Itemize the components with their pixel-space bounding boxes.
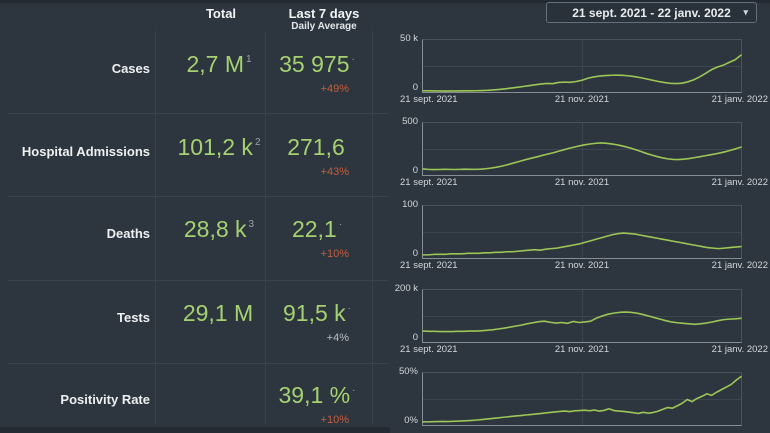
- x-tick-label: 21 nov. 2021: [554, 260, 610, 271]
- footnote-marker: 1: [245, 54, 252, 65]
- x-tick-label: 21 sept. 2021: [400, 94, 458, 105]
- y-axis-min-label: 0: [412, 332, 418, 343]
- bottom-edge-strip: [0, 427, 390, 433]
- x-tick-label: 21 janv. 2022: [711, 260, 768, 271]
- y-axis-max-label: 50%: [398, 366, 418, 377]
- x-tick-label: 21 nov. 2021: [554, 94, 610, 105]
- chart-deaths: 100 0 21 sept. 2021 21 nov. 2021 21 janv…: [390, 196, 770, 280]
- sparkline: [423, 40, 741, 92]
- y-axis-max-label: 200 k: [394, 283, 418, 294]
- y-axis-min-label: 0: [412, 165, 418, 176]
- total-value: 29,1 M: [182, 300, 254, 326]
- table-row-deaths: Deaths 28,8 k3 22,1 · +10%: [0, 191, 390, 275]
- change-badge: +10%: [320, 414, 349, 426]
- y-axis-max-label: 50 k: [400, 33, 418, 44]
- footnote-marker: ·: [347, 303, 351, 314]
- y-axis-min-label: 0: [412, 248, 418, 259]
- footnote-marker: 3: [248, 219, 255, 230]
- sparkline-plot[interactable]: [422, 39, 742, 93]
- sparkline-plot[interactable]: [422, 205, 742, 259]
- x-tick-label: 21 sept. 2021: [400, 260, 458, 271]
- y-axis-min-label: 0: [412, 82, 418, 93]
- table-row-hospital-admissions: Hospital Admissions 101,2 k2 271,6 +43%: [0, 109, 390, 193]
- y-axis-max-label: 100: [402, 199, 418, 210]
- metric-label: Tests: [117, 310, 150, 325]
- y-axis-min-label: 0%: [404, 415, 418, 426]
- column-header-total: Total: [205, 6, 237, 21]
- change-badge: +43%: [320, 166, 349, 178]
- x-tick-label: 21 sept. 2021: [400, 344, 458, 355]
- sparkline: [423, 290, 741, 342]
- total-value: 2,7 M: [186, 51, 244, 77]
- x-tick-label: 21 janv. 2022: [711, 177, 768, 188]
- daily-average-value: 39,1 %: [278, 382, 351, 408]
- table-row-cases: Cases 2,7 M1 35 975 · +49%: [0, 26, 390, 110]
- footnote-marker: 2: [254, 137, 261, 148]
- x-tick-label: 21 janv. 2022: [711, 94, 768, 105]
- y-axis-max-label: 500: [402, 116, 418, 127]
- metric-label: Deaths: [106, 226, 150, 241]
- metric-label: Hospital Admissions: [21, 144, 150, 159]
- change-badge: +49%: [320, 83, 349, 95]
- charts-column: 50 k 0 21 sept. 2021 21 nov. 2021 21 jan…: [390, 0, 770, 433]
- chart-tests: 200 k 0 21 sept. 2021 21 nov. 2021 21 ja…: [390, 280, 770, 364]
- change-badge: +10%: [320, 248, 349, 260]
- daily-average-value: 271,6: [287, 134, 345, 160]
- sparkline: [423, 206, 741, 258]
- sparkline-plot[interactable]: [422, 372, 742, 426]
- change-badge: +4%: [326, 332, 349, 344]
- metric-label: Cases: [111, 61, 150, 76]
- sparkline: [423, 373, 741, 425]
- metric-label: Positivity Rate: [60, 392, 150, 407]
- sparkline-plot[interactable]: [422, 289, 742, 343]
- covid-dashboard: 21 sept. 2021 - 22 janv. 2022 ▾ Total La…: [0, 0, 770, 433]
- chart-hospital-admissions: 500 0 21 sept. 2021 21 nov. 2021 21 janv…: [390, 113, 770, 197]
- column-header-last7days: Last 7 days: [288, 6, 360, 21]
- footnote-marker: ·: [351, 54, 355, 65]
- x-tick-label: 21 nov. 2021: [554, 177, 610, 188]
- chart-cases: 50 k 0 21 sept. 2021 21 nov. 2021 21 jan…: [390, 30, 770, 114]
- table-row-positivity-rate: Positivity Rate 39,1 % · +10%: [0, 357, 390, 433]
- daily-average-value: 22,1: [291, 216, 337, 242]
- daily-average-value: 35 975: [279, 51, 350, 77]
- chart-positivity-rate: 50% 0%: [390, 363, 770, 433]
- footnote-marker: ·: [352, 385, 356, 396]
- metrics-table: Total Last 7 days Daily Average Cases 2,…: [0, 0, 390, 427]
- x-tick-label: 21 sept. 2021: [400, 177, 458, 188]
- x-tick-label: 21 nov. 2021: [554, 344, 610, 355]
- sparkline: [423, 123, 741, 175]
- sparkline-plot[interactable]: [422, 122, 742, 176]
- total-value: 101,2 k: [177, 134, 253, 160]
- x-tick-label: 21 janv. 2022: [711, 344, 768, 355]
- daily-average-value: 91,5 k: [283, 300, 346, 326]
- total-value: 28,8 k: [183, 216, 247, 242]
- table-row-tests: Tests 29,1 M 91,5 k · +4%: [0, 275, 390, 359]
- footnote-marker: ·: [338, 219, 343, 230]
